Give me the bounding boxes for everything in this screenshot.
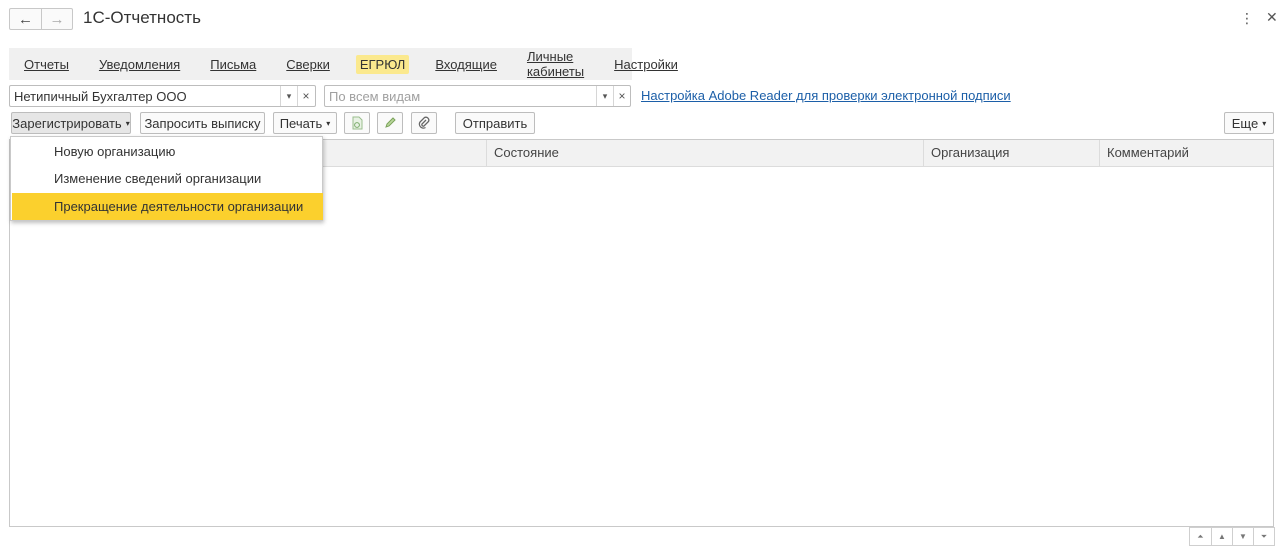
organization-value: Нетипичный Бухгалтер ООО <box>14 89 187 104</box>
close-icon[interactable]: ✕ <box>1266 9 1278 26</box>
print-label: Печать <box>279 115 323 131</box>
window-title: 1С-Отчетность <box>83 8 201 27</box>
more-button[interactable]: Еще ▾ <box>1224 112 1274 134</box>
kind-select[interactable]: По всем видам ▾ × <box>324 85 631 107</box>
send-button[interactable]: Отправить <box>455 112 535 134</box>
column-header-status[interactable]: Состояние <box>486 140 923 167</box>
tab-settings[interactable]: Настройки <box>610 55 682 74</box>
document-icon <box>352 116 363 130</box>
edit-icon[interactable] <box>377 112 403 134</box>
send-label: Отправить <box>462 115 528 131</box>
caret-down-icon: ▾ <box>125 118 130 128</box>
clear-icon[interactable]: × <box>613 86 630 106</box>
print-button[interactable]: Печать ▾ <box>273 112 337 134</box>
register-dropdown-menu: Новую организацию Изменение сведений орг… <box>10 136 323 221</box>
back-arrow-icon[interactable]: ← <box>10 9 41 29</box>
more-vertical-icon[interactable]: ⋮ <box>1240 10 1254 27</box>
menu-item-terminate-organization[interactable]: Прекращение деятельности организации <box>12 193 323 220</box>
organization-select[interactable]: Нетипичный Бухгалтер ООО ▾ × <box>9 85 316 107</box>
forward-arrow-icon[interactable]: → <box>41 9 72 29</box>
tab-reports[interactable]: Отчеты <box>20 55 73 74</box>
scroll-first-icon[interactable]: ⏶ <box>1190 528 1211 545</box>
request-extract-label: Запросить выписку <box>144 115 261 131</box>
kind-placeholder: По всем видам <box>329 89 421 104</box>
register-button[interactable]: Зарегистрировать ▾ <box>11 112 131 134</box>
scroll-up-icon[interactable]: ▲ <box>1211 528 1232 545</box>
tab-personal-accounts[interactable]: Личные кабинеты <box>523 47 588 81</box>
chevron-down-icon[interactable]: ▾ <box>280 86 297 106</box>
paperclip-icon <box>418 116 430 129</box>
caret-down-icon: ▾ <box>326 118 331 128</box>
pencil-icon <box>385 117 396 128</box>
save-document-icon[interactable] <box>344 112 370 134</box>
clear-icon[interactable]: × <box>297 86 314 106</box>
register-label: Зарегистрировать <box>12 115 122 131</box>
scroll-last-icon[interactable]: ⏷ <box>1253 528 1274 545</box>
column-header-comment[interactable]: Комментарий <box>1099 140 1273 167</box>
tab-letters[interactable]: Письма <box>206 55 260 74</box>
tab-egrul[interactable]: ЕГРЮЛ <box>355 54 410 74</box>
more-label: Еще <box>1231 115 1259 131</box>
menu-item-change-organization-info[interactable]: Изменение сведений организации <box>12 165 323 192</box>
scroll-buttons: ⏶ ▲ ▼ ⏷ <box>1189 527 1275 546</box>
menu-item-new-organization[interactable]: Новую организацию <box>12 138 323 165</box>
attachment-icon[interactable] <box>411 112 437 134</box>
request-extract-button[interactable]: Запросить выписку <box>140 112 265 134</box>
tab-reconciliations[interactable]: Сверки <box>282 55 334 74</box>
scroll-down-icon[interactable]: ▼ <box>1232 528 1253 545</box>
column-header-organization[interactable]: Организация <box>923 140 1099 167</box>
navigation-buttons: ← → <box>9 8 73 30</box>
section-tabs: Отчеты Уведомления Письма Сверки ЕГРЮЛ В… <box>9 47 678 81</box>
adobe-reader-settings-link[interactable]: Настройка Adobe Reader для проверки элек… <box>641 88 1011 103</box>
chevron-down-icon[interactable]: ▾ <box>596 86 613 106</box>
tab-notifications[interactable]: Уведомления <box>95 55 184 74</box>
title-bar: ← → 1С-Отчетность ⋮ ✕ <box>0 0 1280 38</box>
caret-down-icon: ▾ <box>1262 118 1267 128</box>
tab-incoming[interactable]: Входящие <box>431 55 501 74</box>
